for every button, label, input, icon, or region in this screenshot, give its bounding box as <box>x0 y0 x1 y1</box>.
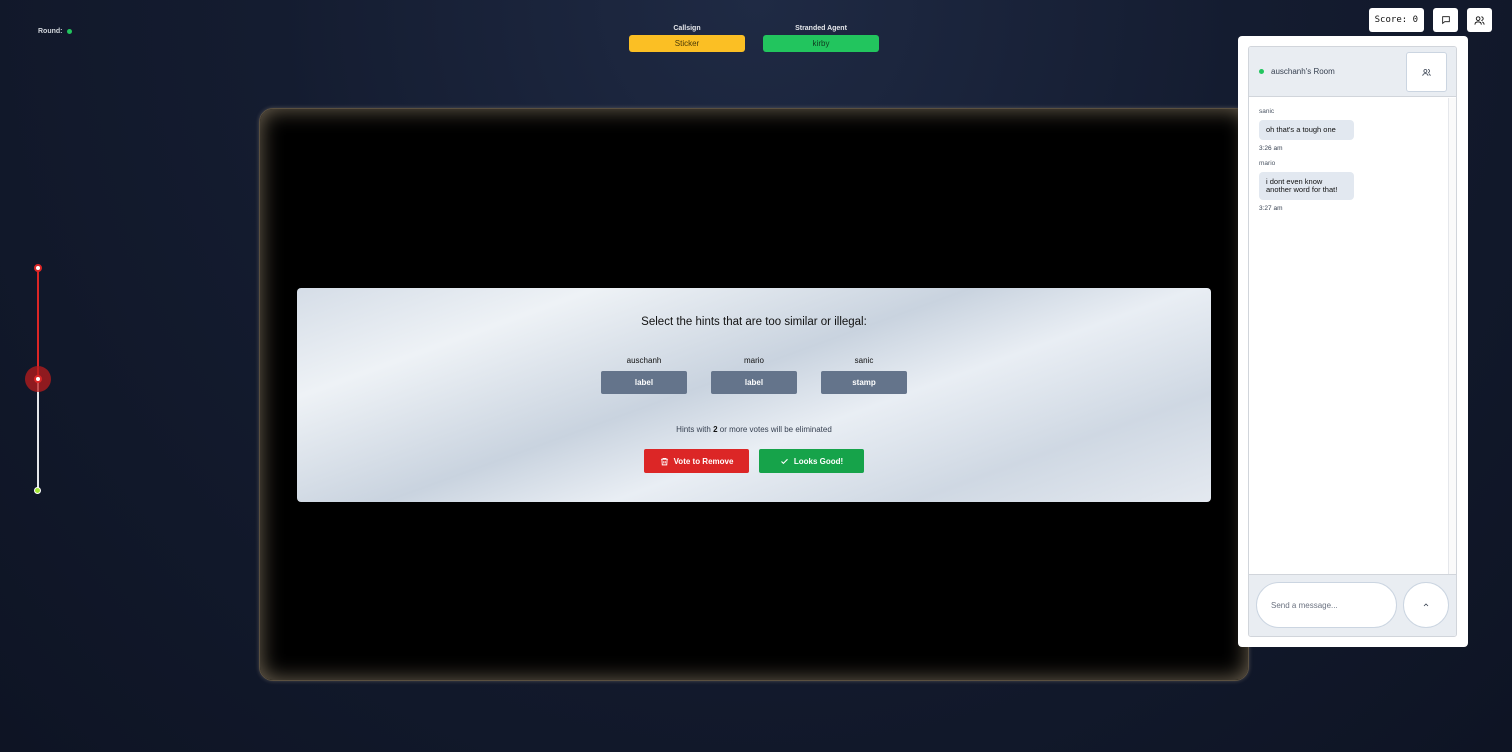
slider-top-marker <box>34 264 42 272</box>
hint-player: mario <box>743 356 764 365</box>
chat-toggle-button[interactable] <box>1433 8 1458 32</box>
panel-heading: Select the hints that are too similar or… <box>641 316 867 328</box>
slider-track-filled <box>37 268 39 379</box>
hint-word-button[interactable]: label <box>601 371 687 394</box>
slider-bottom-marker <box>34 487 41 494</box>
round-label: Round: <box>38 28 63 35</box>
check-icon <box>780 458 788 464</box>
hint-player: auschanh <box>626 356 662 365</box>
slider-handle[interactable] <box>34 375 42 383</box>
top-right-controls: Score: 0 <box>1368 8 1492 32</box>
callsign-label: Callsign <box>673 25 701 32</box>
looks-good-label: Looks Good! <box>793 456 844 466</box>
round-status-dot <box>66 29 72 34</box>
chat-panel: auschanh's Room sanic oh that's a tough … <box>1238 36 1468 647</box>
users-icon <box>1474 15 1485 25</box>
callsign-tag: Callsign Sticker <box>629 25 745 52</box>
chat-footer <box>1249 574 1456 636</box>
chat-message: mario i dont even know another word for … <box>1259 160 1449 212</box>
players-button[interactable] <box>1467 8 1492 32</box>
message-bubble: i dont even know another word for that! <box>1259 172 1354 200</box>
stranded-agent-tag: Stranded Agent kirby <box>763 25 879 52</box>
message-bubble: oh that's a tough one <box>1259 120 1354 140</box>
hint-word-button[interactable]: stamp <box>821 371 907 394</box>
message-input[interactable] <box>1256 582 1397 628</box>
rule-prefix: Hints with <box>676 425 714 434</box>
hint-player: sanic <box>854 356 874 365</box>
chat-header: auschanh's Room <box>1249 47 1456 97</box>
room-status-dot <box>1259 69 1264 74</box>
hint-item: mario label <box>711 356 797 394</box>
score-display: Score: 0 <box>1368 8 1424 32</box>
message-time: 3:27 am <box>1259 205 1283 212</box>
room-members-button[interactable] <box>1406 52 1447 92</box>
round-indicator: Round: <box>38 28 72 35</box>
stranded-agent-value: kirby <box>763 35 879 52</box>
message-scrollbar[interactable] <box>1448 98 1456 576</box>
vote-actions: Vote to Remove Looks Good! <box>644 449 864 473</box>
hint-item: auschanh label <box>601 356 687 394</box>
vote-to-remove-label: Vote to Remove <box>673 456 734 466</box>
elimination-rule: Hints with 2 or more votes will be elimi… <box>297 425 1211 434</box>
hint-word-button[interactable]: label <box>711 371 797 394</box>
message-list: sanic oh that's a tough one 3:26 am mari… <box>1249 98 1449 576</box>
hint-review-panel: Select the hints that are too similar or… <box>297 288 1211 502</box>
player-info-bar: Callsign Sticker Stranded Agent kirby <box>629 25 879 52</box>
room-name: auschanh's Room <box>1271 67 1335 76</box>
message-sender: mario <box>1259 160 1276 167</box>
send-button[interactable] <box>1403 582 1449 628</box>
users-icon <box>1422 68 1431 76</box>
chat-bubble-icon <box>1441 16 1450 25</box>
message-sender: sanic <box>1259 108 1275 115</box>
vote-to-remove-button[interactable]: Vote to Remove <box>644 449 749 473</box>
hint-list: auschanh label mario label sanic stamp <box>601 356 907 394</box>
rule-suffix: or more votes will be eliminated <box>717 425 832 434</box>
hint-item: sanic stamp <box>821 356 907 394</box>
stranded-agent-label: Stranded Agent <box>795 25 847 32</box>
slider-track-empty <box>37 379 39 491</box>
trash-icon <box>660 457 668 465</box>
callsign-value: Sticker <box>629 35 745 52</box>
chevron-up-icon <box>1423 603 1429 607</box>
chat-message: sanic oh that's a tough one 3:26 am <box>1259 108 1449 152</box>
chat-container: auschanh's Room sanic oh that's a tough … <box>1248 46 1457 637</box>
message-time: 3:26 am <box>1259 145 1283 152</box>
looks-good-button[interactable]: Looks Good! <box>759 449 864 473</box>
